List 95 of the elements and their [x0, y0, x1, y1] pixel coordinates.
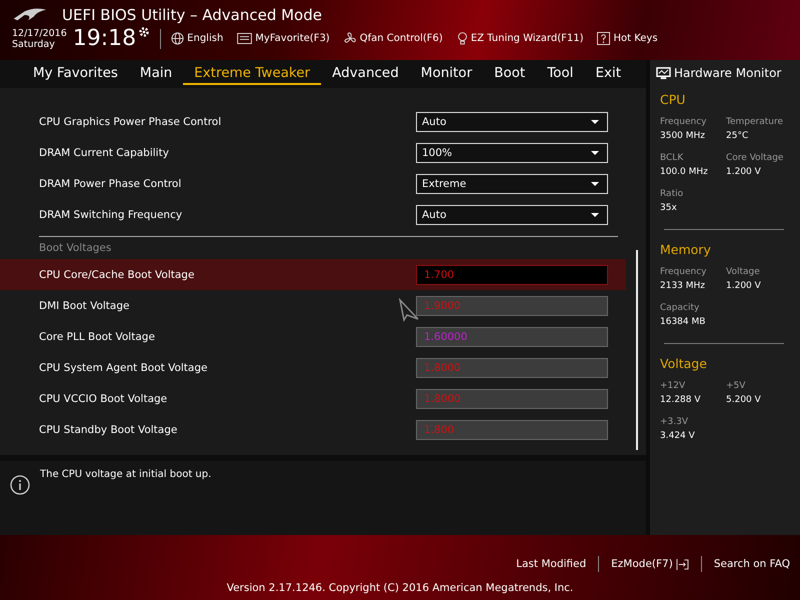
menu-tab[interactable]: Main [128, 63, 184, 85]
clock-text: 19:18 [72, 26, 136, 51]
metric-label: Frequency [660, 117, 708, 127]
menu-tab[interactable]: Extreme Tweaker [183, 63, 322, 85]
metric-label: +3.3V [660, 417, 690, 427]
footer-link[interactable]: Search on FAQ [714, 558, 790, 570]
toolbar-button[interactable]: English [171, 32, 224, 45]
metric-value: 2133 MHz [660, 281, 706, 291]
fan-icon [344, 32, 357, 45]
caret-icon [591, 120, 599, 124]
caret-icon [591, 212, 599, 216]
metric-value: 100.0 MHz [660, 167, 709, 177]
panel-title: Hardware Monitor [674, 66, 782, 80]
metric-value: 3.424 V [660, 431, 696, 441]
setting-label: Core PLL Boot Voltage [39, 330, 155, 342]
metric-value: 35x [660, 203, 678, 213]
metric-label: BCLK [660, 153, 684, 163]
setting-row[interactable]: CPU Standby Boot Voltage 1.800 [0, 414, 626, 445]
pointer-icon [398, 298, 420, 322]
metric-label: Voltage [726, 267, 761, 277]
window-title: UEFI BIOS Utility – Advanced Mode [62, 6, 322, 24]
voltage-value: 1.60000 [424, 330, 468, 342]
metric-value: 16384 MB [660, 317, 706, 327]
setting-label: CPU Core/Cache Boot Voltage [39, 268, 194, 280]
setting-row[interactable]: Core PLL Boot Voltage 1.60000 [0, 321, 626, 352]
voltage-value: 1.8000 [424, 362, 461, 374]
setting-row[interactable]: DMI Boot Voltage 1.9000 [0, 290, 626, 321]
globe-icon [171, 32, 184, 45]
voltage-value: 1.8000 [424, 392, 461, 404]
menu-tab[interactable]: Advanced [321, 63, 410, 85]
setting-label: CPU System Agent Boot Voltage [39, 362, 208, 374]
toolbar-button[interactable]: Qfan Control(F6) [344, 32, 443, 45]
setting-row[interactable]: CPU Core/Cache Boot Voltage 1.700 [0, 259, 626, 290]
setting-row[interactable]: CPU Graphics Power Phase Control Auto [0, 106, 626, 137]
section-heading: Memory [660, 242, 712, 257]
setting-row[interactable]: DRAM Power Phase Control Extreme [0, 168, 626, 199]
menu-tab[interactable]: Exit [584, 63, 632, 85]
metric-label: Core Voltage [726, 153, 784, 163]
info-icon [10, 475, 30, 495]
monitor-icon [656, 66, 671, 80]
day-text: Saturday [12, 38, 56, 50]
dropdown-field[interactable]: 100% [416, 142, 608, 162]
metric-label: +5V [726, 381, 746, 391]
setting-label: DRAM Power Phase Control [39, 178, 182, 190]
setting-label: CPU Standby Boot Voltage [39, 424, 178, 436]
metric-label: Temperature [726, 117, 784, 127]
input-field[interactable]: 1.700 [416, 264, 608, 284]
section-heading: CPU [660, 92, 686, 107]
metric-value: 5.200 V [726, 395, 762, 405]
caret-icon [591, 182, 599, 186]
voltage-value: 1.700 [424, 268, 454, 280]
metric-value: 12.288 V [660, 395, 702, 405]
metric-value: 3500 MHz [660, 131, 706, 141]
metric-label: Frequency [660, 267, 708, 277]
dropdown-field[interactable]: Auto [416, 112, 608, 132]
settings-icon[interactable] [138, 26, 150, 38]
help-icon [597, 32, 610, 45]
help-text: The CPU voltage at initial boot up. [40, 469, 212, 480]
scrollbar-thumb[interactable] [636, 250, 638, 450]
lightbulb-icon [456, 32, 468, 45]
metric-value: 25°C [726, 131, 750, 141]
metric-label: Capacity [660, 303, 700, 313]
setting-row[interactable]: CPU System Agent Boot Voltage 1.8000 [0, 352, 626, 383]
menu-tab[interactable]: My Favorites [22, 63, 129, 85]
voltage-value: 1.800 [424, 424, 454, 436]
footer-link[interactable]: Last Modified [516, 558, 586, 570]
section-heading: Boot Voltages [38, 241, 112, 256]
setting-label: CPU Graphics Power Phase Control [39, 116, 222, 128]
version-text: Version 2.17.1246. Copyright (C) 2016 American Megatrends, Inc. [226, 582, 574, 594]
metric-value: 1.200 V [726, 281, 762, 291]
metric-label: +12V [660, 381, 686, 391]
setting-row[interactable]: DRAM Current Capability 100% [0, 137, 626, 168]
setting-row[interactable]: DRAM Switching Frequency Auto [0, 199, 626, 230]
setting-label: CPU VCCIO Boot Voltage [39, 392, 168, 404]
date-text: 12/17/2016 [12, 28, 67, 38]
metric-label: Ratio [660, 189, 684, 199]
toolbar-button[interactable]: MyFavorite(F3) [237, 33, 330, 44]
setting-label: DRAM Switching Frequency [39, 208, 182, 220]
toolbar-button[interactable]: EZ Tuning Wizard(F11) [456, 32, 584, 45]
exit-icon [676, 558, 689, 570]
setting-label: DMI Boot Voltage [39, 300, 130, 312]
metric-value: 1.200 V [726, 167, 762, 177]
caret-icon [591, 150, 599, 154]
list-icon [237, 33, 252, 44]
menu-tab[interactable]: Monitor [410, 63, 484, 85]
menu-tab[interactable]: Boot [483, 63, 536, 85]
menu-tab[interactable]: Tool [536, 63, 584, 85]
toolbar-button[interactable]: Hot Keys [597, 32, 658, 45]
setting-row[interactable]: CPU VCCIO Boot Voltage 1.8000 [0, 383, 626, 414]
setting-label: DRAM Current Capability [39, 146, 169, 158]
section-heading: Voltage [660, 356, 708, 371]
dropdown-field[interactable]: Extreme [416, 174, 608, 194]
voltage-value: 1.9000 [424, 300, 461, 312]
dropdown-field[interactable]: Auto [416, 204, 608, 224]
footer-link[interactable]: EzMode(F7) [611, 558, 689, 570]
